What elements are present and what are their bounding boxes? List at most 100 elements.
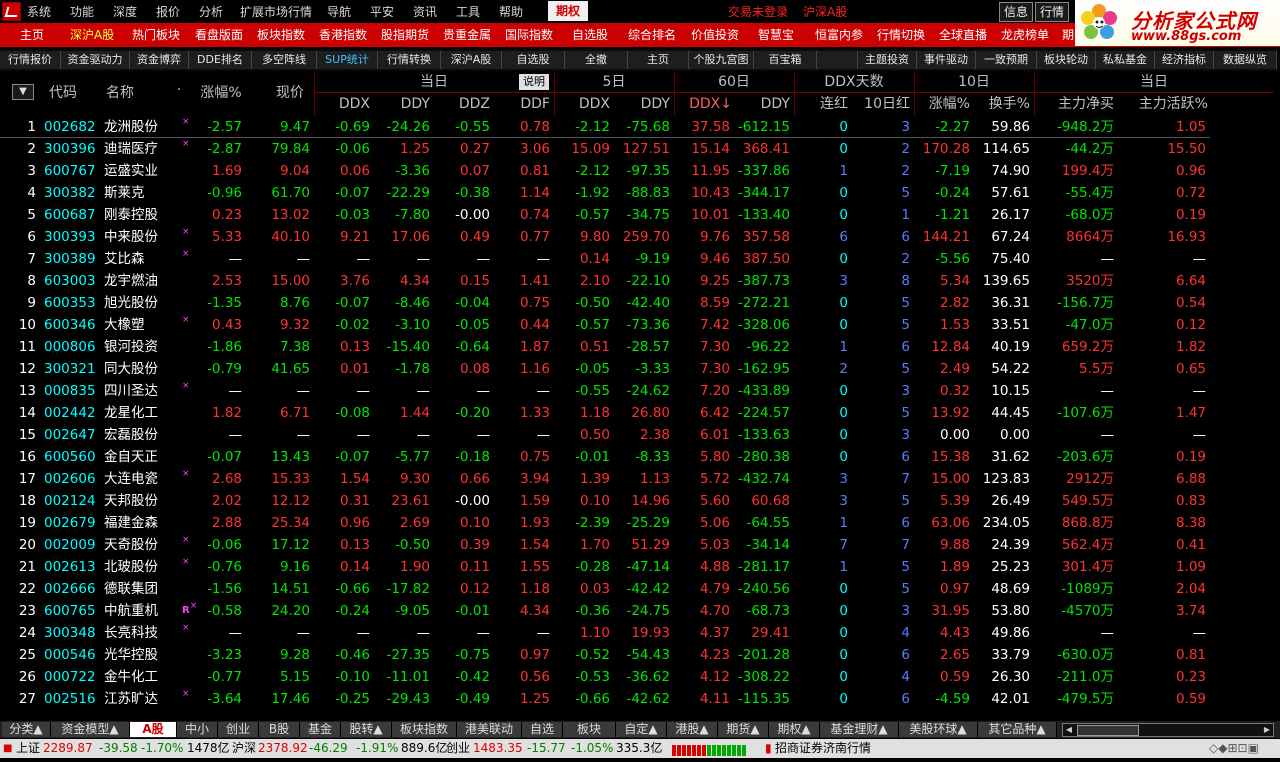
menu-analysis[interactable]: 分析 (199, 3, 223, 21)
sub-item-bull-bear[interactable]: 多空阵线 (252, 51, 317, 69)
sub-item-dde-rank[interactable]: DDE排名 (189, 51, 252, 69)
tab-fund[interactable]: 基金 (300, 722, 341, 737)
menu-tools[interactable]: 工具 (456, 3, 480, 21)
header-ddy-60d[interactable]: DDY (734, 93, 790, 115)
red-item-global-live[interactable]: 全球直播 (939, 23, 987, 47)
row-index: 3 (27, 163, 36, 179)
sub-item-sh-sz-a[interactable]: 深沪A股 (441, 51, 502, 69)
sub-item-private-fund[interactable]: 私私基金 (1096, 51, 1155, 69)
header-net-buy[interactable]: 主力净买 (1034, 93, 1114, 115)
tab-fund-finance[interactable]: 基金理财▲ (820, 722, 899, 737)
sub-item-data-overview[interactable]: 数据纵览 (1214, 51, 1277, 69)
menu-extended-market[interactable]: 扩展市场行情 (240, 3, 312, 21)
ten-day-red: 2 (901, 251, 910, 267)
info-button[interactable]: 信息 (999, 2, 1033, 22)
red-item-value-investing[interactable]: 价值投资 (691, 23, 739, 47)
header-turnover[interactable]: 换手% (974, 93, 1030, 115)
header-ddy[interactable]: DDY (374, 93, 430, 115)
menu-help[interactable]: 帮助 (499, 3, 523, 21)
menu-depth[interactable]: 深度 (113, 3, 137, 21)
tab-sectors[interactable]: 板块 (563, 722, 616, 737)
red-item-intl-index[interactable]: 国际指数 (505, 23, 553, 47)
header-ddy-5d[interactable]: DDY (614, 93, 670, 115)
tab-options[interactable]: 期权▲ (769, 722, 820, 737)
tab-share-transfer[interactable]: 股转▲ (341, 722, 392, 737)
sub-item-sector-rotation[interactable]: 板块轮动 (1037, 51, 1096, 69)
sub-item-cancel-all[interactable]: 全撤 (565, 51, 628, 69)
sub-item-blank[interactable] (817, 51, 858, 69)
menu-options[interactable]: 期权 (548, 1, 588, 21)
tab-watchlist[interactable]: 自选 (522, 722, 563, 737)
sub-item-theme-invest[interactable]: 主题投资 (858, 51, 917, 69)
sub-item-event-drive[interactable]: 事件驱动 (917, 51, 976, 69)
header-10day-red[interactable]: 10日红 (852, 93, 910, 115)
menu-system[interactable]: 系统 (27, 3, 51, 21)
header-ddx[interactable]: DDX (314, 93, 370, 115)
tab-sector-index[interactable]: 板块指数 (392, 722, 457, 737)
red-item-hk-index[interactable]: 香港指数 (319, 23, 367, 47)
red-item-hot-sectors[interactable]: 热门板块 (132, 23, 180, 47)
header-ddx-5d[interactable]: DDX (554, 93, 610, 115)
tab-hk-us-link[interactable]: 港美联动 (457, 722, 522, 737)
sub-item-quote-convert[interactable]: 行情转换 (378, 51, 441, 69)
scroll-thumb[interactable] (1077, 725, 1139, 736)
sub-item-economic[interactable]: 经济指标 (1155, 51, 1214, 69)
tab-fund-model[interactable]: 资金模型▲ (51, 722, 130, 737)
net-buy: 2912万 (1066, 471, 1114, 487)
table-row[interactable]: 27 002516 江苏旷达 × -3.64 17.46 -0.25 -29.43 -0.49 1… (0, 688, 1210, 710)
tab-b-share[interactable]: B股 (259, 722, 300, 737)
tab-category[interactable]: 分类▲ (2, 722, 51, 737)
menu-navigate[interactable]: 导航 (327, 3, 351, 21)
sub-item-treasure-box[interactable]: 百宝箱 (754, 51, 817, 69)
header-consecutive-red[interactable]: 连红 (794, 93, 848, 115)
horizontal-scrollbar[interactable]: ◀ ▶ (1062, 723, 1274, 737)
tab-other[interactable]: 其它品种▲ (978, 722, 1057, 737)
sub-item-watchlist[interactable]: 自选股 (502, 51, 565, 69)
scroll-left-icon[interactable]: ◀ (1063, 724, 1075, 735)
table-row[interactable]: 22 002666 德联集团 -1.56 14.51 -0.66 -17.82 0.12 1.1… (0, 578, 1210, 600)
red-item-board-layout[interactable]: 看盘版面 (195, 23, 243, 47)
sub-item-fund-game[interactable]: 资金博弈 (130, 51, 189, 69)
red-item-sh-sz-a[interactable]: 深沪A股 (70, 23, 114, 47)
ddx-60d: 5.80 (699, 449, 730, 465)
ddz: -0.01 (455, 603, 490, 619)
red-item-home[interactable]: 主页 (20, 23, 44, 47)
menu-function[interactable]: 功能 (70, 3, 94, 21)
menu-pingan[interactable]: 平安 (370, 3, 394, 21)
quote-button[interactable]: 行情 (1035, 2, 1069, 22)
tab-futures[interactable]: 期货▲ (718, 722, 769, 737)
tab-hk-stock[interactable]: 港股▲ (667, 722, 718, 737)
red-item-dragon-tiger[interactable]: 龙虎榜单 (1001, 23, 1049, 47)
red-item-index-futures[interactable]: 股指期货 (381, 23, 429, 47)
header-ddx-60d-sorted[interactable]: DDX↓ (674, 93, 732, 115)
header-ddz[interactable]: DDZ (434, 93, 490, 115)
description-button[interactable]: 说明 (519, 74, 549, 90)
ddf: 0.74 (519, 207, 550, 223)
tab-sme[interactable]: 中小 (177, 722, 218, 737)
tab-chinext[interactable]: 创业 (218, 722, 259, 737)
red-item-zhihuibao[interactable]: 智慧宝 (758, 23, 794, 47)
sub-item-nine-grid[interactable]: 个股九宫图 (689, 51, 754, 69)
sub-item-consensus[interactable]: 一致预期 (976, 51, 1037, 69)
red-item-sector-index[interactable]: 板块指数 (257, 23, 305, 47)
sub-item-quotes[interactable]: 行情报价 (0, 51, 61, 69)
sub-item-home[interactable]: 主页 (628, 51, 689, 69)
tab-a-share[interactable]: A股 (130, 722, 177, 737)
tab-us-global[interactable]: 美股环球▲ (899, 722, 978, 737)
red-item-ranking[interactable]: 综合排名 (628, 23, 676, 47)
sub-item-sup-stats[interactable]: SUP统计 (317, 51, 378, 69)
red-item-hengfu[interactable]: 恒富内参 (815, 23, 863, 47)
red-item-more[interactable]: 期 (1062, 23, 1074, 47)
menu-quote[interactable]: 报价 (156, 3, 180, 21)
scroll-right-icon[interactable]: ▶ (1261, 724, 1273, 735)
ten-day-red: 2 (901, 163, 910, 179)
tab-custom[interactable]: 自定▲ (616, 722, 667, 737)
sub-item-fund-drive[interactable]: 资金驱动力 (61, 51, 130, 69)
red-item-precious-metals[interactable]: 贵重金属 (443, 23, 491, 47)
header-ddf[interactable]: DDF (494, 93, 550, 115)
header-main-active[interactable]: 主力活跃% (1118, 93, 1208, 115)
header-pct-10d[interactable]: 涨幅% (914, 93, 970, 115)
red-item-watchlist[interactable]: 自选股 (572, 23, 608, 47)
red-item-quote-switch[interactable]: 行情切换 (877, 23, 925, 47)
menu-info[interactable]: 资讯 (413, 3, 437, 21)
